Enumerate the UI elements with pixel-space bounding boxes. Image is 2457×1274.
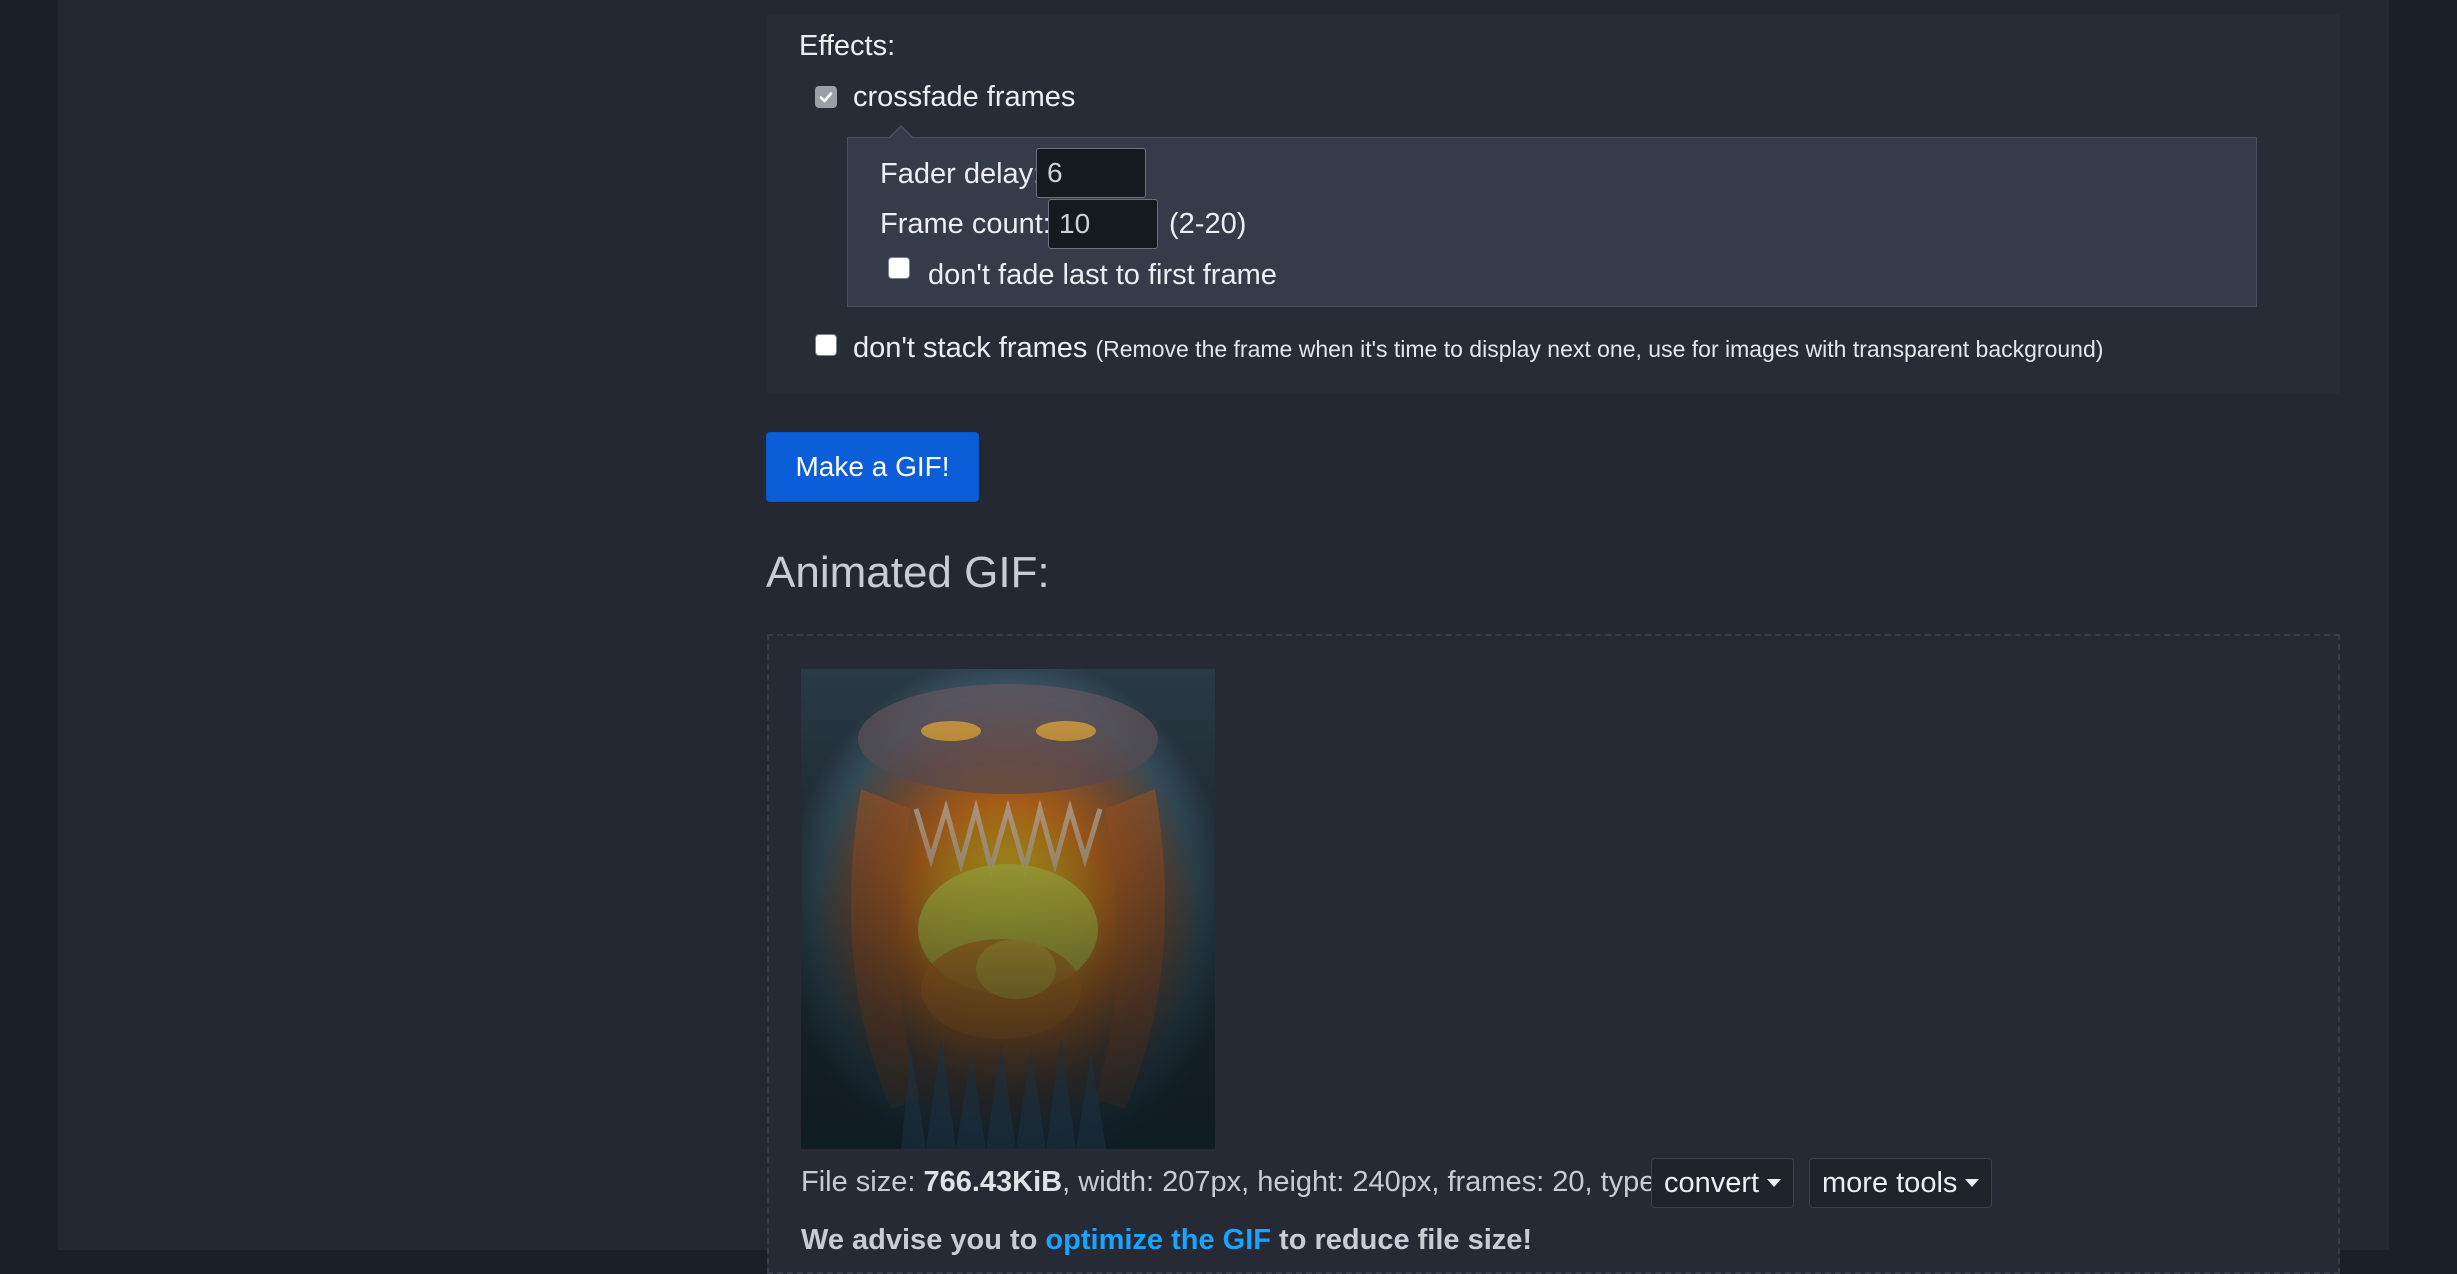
- fader-delay-input[interactable]: [1036, 148, 1146, 198]
- gif-file-info: File size: 766.43KiB, width: 207px, heig…: [801, 1166, 1702, 1199]
- frame-count-label: Frame count:: [880, 208, 1051, 240]
- caret-down-icon: [1965, 1179, 1980, 1187]
- caret-down-icon: [1767, 1179, 1782, 1187]
- main-column: Effects: crossfade frames Fader delay: F…: [58, 0, 2389, 1274]
- page: Effects: crossfade frames Fader delay: F…: [0, 0, 2457, 1274]
- more-tools-label: more tools: [1822, 1166, 1958, 1199]
- animated-gif-heading: Animated GIF:: [766, 548, 1050, 597]
- convert-dropdown-button[interactable]: convert: [1651, 1158, 1795, 1208]
- dont-fade-last-checkbox[interactable]: [888, 257, 910, 279]
- file-size-value: 766.43KiB: [923, 1166, 1063, 1198]
- optimize-gif-link[interactable]: optimize the GIF: [1045, 1224, 1271, 1256]
- dont-stack-frames-note: (Remove the frame when it's time to disp…: [1095, 336, 2104, 362]
- more-tools-dropdown-button[interactable]: more tools: [1809, 1158, 1993, 1208]
- effects-options-panel: Effects: crossfade frames Fader delay: F…: [767, 14, 2340, 394]
- advise-suffix: to reduce file size!: [1270, 1224, 1533, 1256]
- advise-prefix: We advise you to: [801, 1224, 1046, 1256]
- frame-count-hint: (2-20): [1169, 208, 1247, 240]
- dont-stack-frames-checkbox[interactable]: [815, 334, 837, 356]
- gif-preview-graphic: [801, 669, 1215, 1149]
- file-details: , width: 207px, height: 240px, frames: 2…: [1062, 1166, 1703, 1198]
- dont-stack-frames-text: don't stack frames: [853, 332, 1088, 364]
- dont-stack-frames-label[interactable]: don't stack frames (Remove the frame whe…: [853, 332, 2103, 365]
- animated-gif-image: [801, 669, 1215, 1149]
- convert-label: convert: [1664, 1166, 1760, 1199]
- effects-heading: Effects:: [799, 30, 896, 62]
- fader-delay-label: Fader delay:: [880, 158, 1042, 190]
- checkmark-icon: [819, 92, 833, 103]
- gif-result-panel: File size: 766.43KiB, width: 207px, heig…: [767, 634, 2340, 1274]
- optimize-advice: We advise you to optimize the GIF to red…: [801, 1224, 1532, 1257]
- panel-pointer-arrow: [888, 125, 914, 138]
- frame-count-input[interactable]: [1048, 199, 1158, 249]
- dont-fade-last-label[interactable]: don't fade last to first frame: [928, 259, 1277, 292]
- crossfade-frames-checkbox[interactable]: [815, 86, 837, 108]
- file-size-label: File size:: [801, 1166, 924, 1198]
- fader-options-panel: Fader delay: Frame count: (2-20) don't f…: [847, 125, 2257, 307]
- crossfade-frames-label[interactable]: crossfade frames: [853, 81, 1075, 114]
- make-gif-button[interactable]: Make a GIF!: [766, 432, 979, 502]
